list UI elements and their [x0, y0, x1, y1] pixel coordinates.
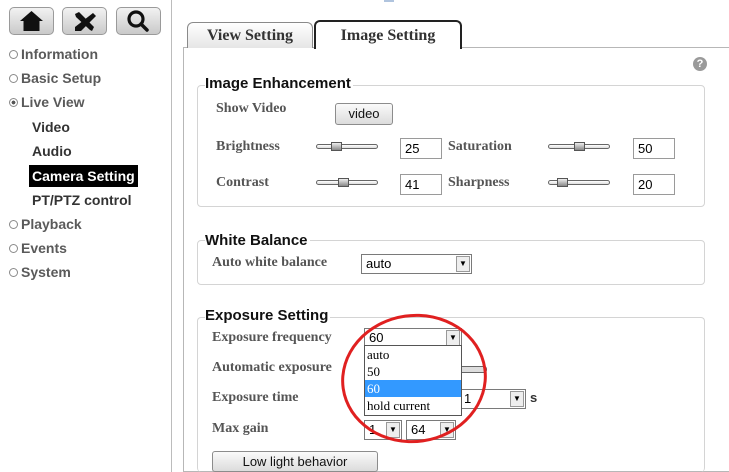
bullet-icon: [9, 50, 18, 59]
saturation-slider[interactable]: [548, 142, 610, 151]
nav-label: Basic Setup: [21, 70, 102, 86]
select-value: 1: [464, 391, 472, 406]
white-balance-title: White Balance: [205, 232, 310, 249]
nav-system[interactable]: System: [9, 264, 71, 280]
brightness-slider[interactable]: [316, 142, 378, 151]
search-icon: [127, 10, 149, 32]
bullet-icon: [9, 220, 18, 229]
search-button[interactable]: [116, 7, 161, 35]
divider: [171, 0, 172, 472]
sharpness-label: Sharpness: [448, 175, 510, 190]
contrast-label: Contrast: [216, 175, 269, 190]
image-enhancement-title: Image Enhancement: [205, 75, 353, 92]
select-value: 60: [369, 330, 384, 345]
top-marker: [384, 0, 394, 2]
brightness-field[interactable]: 25: [400, 138, 442, 159]
sharpness-slider[interactable]: [548, 178, 610, 187]
chevron-down-icon[interactable]: ▼: [456, 256, 470, 272]
saturation-field[interactable]: 50: [633, 138, 675, 159]
tools-button[interactable]: [62, 7, 107, 35]
nav-label: Playback: [21, 216, 82, 232]
exposure-time-select[interactable]: 1 ▼: [460, 389, 526, 409]
nav-sub-camera-setting[interactable]: Camera Setting: [29, 165, 138, 187]
slider-handle[interactable]: [557, 178, 568, 187]
bullet-icon: [9, 244, 18, 253]
slider-handle[interactable]: [338, 178, 349, 187]
dropdown-option-selected[interactable]: 60: [365, 380, 461, 397]
nav-label: Live View: [21, 94, 85, 110]
exposure-frequency-label: Exposure frequency: [212, 330, 332, 345]
nav-label: Information: [21, 46, 98, 62]
nav-label: Events: [21, 240, 67, 256]
chevron-down-icon[interactable]: ▼: [386, 422, 400, 438]
max-gain-label: Max gain: [212, 421, 269, 436]
exposure-title: Exposure Setting: [205, 307, 331, 324]
slider-handle[interactable]: [574, 142, 585, 151]
automatic-exposure-slider[interactable]: [460, 366, 487, 373]
tools-icon: [75, 12, 96, 31]
auto-white-balance-label: Auto white balance: [212, 255, 328, 270]
saturation-label: Saturation: [448, 139, 512, 154]
video-button[interactable]: video: [335, 103, 393, 125]
dropdown-option[interactable]: auto: [365, 346, 461, 363]
brightness-label: Brightness: [216, 139, 280, 154]
bullet-icon: [9, 268, 18, 277]
exposure-time-unit: s: [530, 390, 538, 405]
dropdown-option[interactable]: 50: [365, 363, 461, 380]
auto-white-balance-select[interactable]: auto ▼: [361, 254, 472, 274]
low-light-behavior-button[interactable]: Low light behavior: [212, 451, 378, 472]
bullet-selected-icon: [9, 98, 18, 107]
sharpness-field[interactable]: 20: [633, 174, 675, 195]
help-icon[interactable]: ?: [693, 57, 707, 71]
slider-handle[interactable]: [331, 142, 342, 151]
nav-live-view[interactable]: Live View: [9, 94, 85, 110]
home-icon: [20, 11, 43, 31]
nav-label: System: [21, 264, 71, 280]
chevron-down-icon[interactable]: ▼: [440, 422, 454, 438]
nav-sub-video[interactable]: Video: [32, 119, 70, 135]
contrast-field[interactable]: 41: [400, 174, 442, 195]
nav-events[interactable]: Events: [9, 240, 67, 256]
show-video-label: Show Video: [216, 101, 287, 116]
exposure-time-label: Exposure time: [212, 390, 299, 405]
bullet-icon: [9, 74, 18, 83]
select-value: 64: [411, 422, 426, 437]
nav-information[interactable]: Information: [9, 46, 98, 62]
nav-basic-setup[interactable]: Basic Setup: [9, 70, 101, 86]
max-gain-max-select[interactable]: 64 ▼: [406, 420, 456, 440]
tab-image-setting[interactable]: Image Setting: [314, 20, 462, 49]
nav-sub-ptz-control[interactable]: PT/PTZ control: [32, 192, 132, 208]
nav-playback[interactable]: Playback: [9, 216, 82, 232]
select-value: 1: [369, 422, 377, 437]
nav-sub-audio[interactable]: Audio: [32, 143, 72, 159]
select-value: auto: [366, 256, 392, 271]
exposure-frequency-options: auto 50 60 hold current: [364, 345, 462, 416]
chevron-down-icon[interactable]: ▼: [510, 391, 524, 407]
chevron-down-icon[interactable]: ▼: [446, 330, 460, 346]
home-button[interactable]: [9, 7, 54, 35]
dropdown-option[interactable]: hold current: [365, 397, 461, 414]
tab-view-setting[interactable]: View Setting: [187, 22, 313, 48]
max-gain-min-select[interactable]: 1 ▼: [364, 420, 402, 440]
automatic-exposure-label: Automatic exposure: [212, 360, 332, 375]
contrast-slider[interactable]: [316, 178, 378, 187]
